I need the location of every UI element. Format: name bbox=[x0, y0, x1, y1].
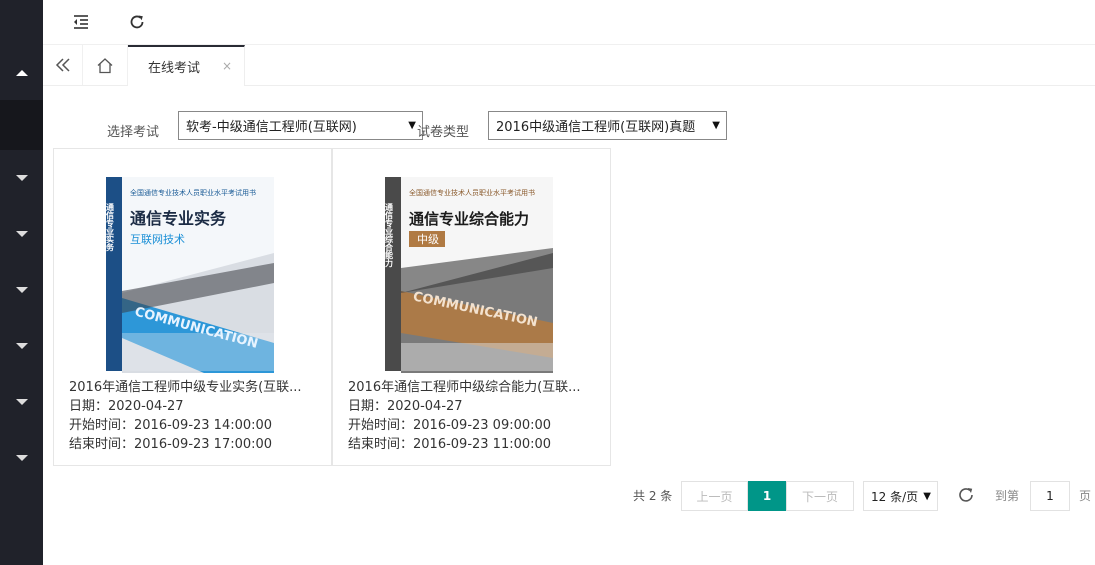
next-page-button[interactable]: 下一页 bbox=[786, 481, 854, 511]
tab-bar: 在线考试 × bbox=[43, 45, 1095, 86]
cover-main-title: 通信专业实务 bbox=[130, 209, 227, 228]
cover-subtitle: 中级 bbox=[417, 233, 439, 246]
home-icon[interactable] bbox=[83, 45, 128, 85]
paper-type-label: 试卷类型 bbox=[417, 125, 470, 140]
top-bar bbox=[43, 0, 1095, 45]
goto-label: 到第 bbox=[995, 489, 1020, 503]
caret-down-icon bbox=[15, 455, 28, 461]
exam-select-value: 软考-中级通信工程师(互联网) bbox=[186, 120, 357, 135]
cover-series-text: 全国通信专业技术人员职业水平考试用书 bbox=[130, 188, 256, 197]
card-title[interactable]: 2016年通信工程师中级综合能力(互联... bbox=[348, 376, 600, 395]
chevron-down-icon: ▼ bbox=[408, 120, 416, 131]
goto-page-value: 1 bbox=[1046, 489, 1054, 503]
exam-select-label: 选择考试 bbox=[107, 125, 160, 140]
tab-label: 在线考试 bbox=[148, 61, 201, 76]
page-size-select[interactable]: 12 条/页 ▼ bbox=[863, 481, 938, 511]
sidebar-item-1[interactable] bbox=[0, 48, 43, 98]
goto-page-input[interactable]: 1 bbox=[1030, 481, 1070, 511]
refresh-icon[interactable] bbox=[125, 10, 149, 34]
sidebar-item-6[interactable] bbox=[0, 321, 43, 371]
prev-page-button[interactable]: 上一页 bbox=[681, 481, 748, 511]
exam-card[interactable]: 全国通信专业技术人员职业水平考试用书 通信专业综合能力 中级 COMMUNICA… bbox=[332, 148, 611, 466]
caret-down-icon bbox=[15, 399, 28, 405]
cover-spine-text: 通信专业综合能力 bbox=[384, 202, 394, 268]
page-suffix: 页 bbox=[1079, 489, 1092, 503]
caret-up-icon bbox=[15, 70, 28, 76]
close-icon[interactable]: × bbox=[222, 59, 232, 73]
sidebar-item-3[interactable] bbox=[0, 153, 43, 203]
sidebar-item-8[interactable] bbox=[0, 433, 43, 483]
paper-type-value: 2016中级通信工程师(互联网)真题 bbox=[496, 120, 696, 135]
caret-down-icon bbox=[15, 343, 28, 349]
exam-select[interactable]: 软考-中级通信工程师(互联网) ▼ bbox=[178, 111, 423, 140]
double-chevron-left-icon[interactable] bbox=[43, 45, 83, 85]
tab-online-exam[interactable]: 在线考试 × bbox=[128, 45, 245, 86]
card-date: 日期：2020-04-27 bbox=[69, 399, 184, 414]
caret-down-icon bbox=[15, 175, 28, 181]
caret-down-icon bbox=[15, 231, 28, 237]
pagination-total: 共 2 条 bbox=[633, 489, 673, 503]
page-1-button[interactable]: 1 bbox=[748, 481, 786, 511]
menu-fold-icon[interactable] bbox=[69, 10, 93, 34]
page-size-value: 12 条/页 bbox=[871, 489, 919, 504]
caret-down-icon bbox=[15, 287, 28, 293]
card-date: 日期：2020-04-27 bbox=[348, 399, 463, 414]
card-end-time: 结束时间：2016-09-23 17:00:00 bbox=[69, 437, 273, 452]
card-start-time: 开始时间：2016-09-23 09:00:00 bbox=[348, 418, 552, 433]
book-cover-image[interactable]: 全国通信专业技术人员职业水平考试用书 通信专业实务 互联网技术 COMMUNIC… bbox=[104, 173, 276, 373]
sidebar-item-2[interactable] bbox=[0, 100, 43, 150]
cover-spine-text: 通信专业实务 bbox=[105, 202, 115, 252]
card-end-time: 结束时间：2016-09-23 11:00:00 bbox=[348, 437, 552, 452]
cover-subtitle: 互联网技术 bbox=[130, 233, 185, 246]
chevron-down-icon: ▼ bbox=[923, 491, 931, 502]
card-title[interactable]: 2016年通信工程师中级专业实务(互联... bbox=[69, 376, 321, 395]
sidebar-item-7[interactable] bbox=[0, 377, 43, 427]
exam-card[interactable]: 全国通信专业技术人员职业水平考试用书 通信专业实务 互联网技术 COMMUNIC… bbox=[53, 148, 332, 466]
sidebar-item-5[interactable] bbox=[0, 265, 43, 315]
cover-main-title: 通信专业综合能力 bbox=[409, 210, 529, 228]
sidebar bbox=[0, 0, 43, 565]
book-cover-image[interactable]: 全国通信专业技术人员职业水平考试用书 通信专业综合能力 中级 COMMUNICA… bbox=[383, 173, 555, 373]
refresh-page-icon[interactable] bbox=[956, 485, 978, 507]
chevron-down-icon: ▼ bbox=[712, 120, 720, 131]
card-start-time: 开始时间：2016-09-23 14:00:00 bbox=[69, 418, 273, 433]
sidebar-item-4[interactable] bbox=[0, 209, 43, 259]
paper-type-select[interactable]: 2016中级通信工程师(互联网)真题 ▼ bbox=[488, 111, 727, 140]
cover-series-text: 全国通信专业技术人员职业水平考试用书 bbox=[409, 188, 535, 197]
